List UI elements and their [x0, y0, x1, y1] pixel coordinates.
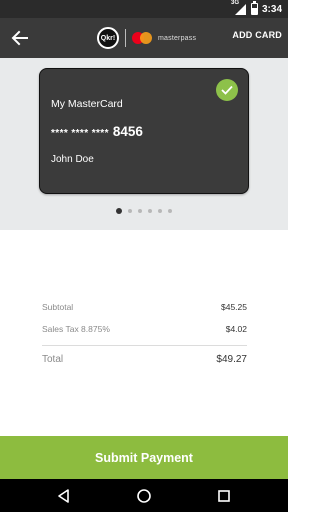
checkmark-icon — [216, 79, 238, 101]
qkr-logo-text: Qkr! — [100, 34, 116, 42]
clock: 3:34 — [261, 3, 282, 15]
page-indicator-dot[interactable] — [148, 209, 152, 213]
payment-card[interactable]: My MasterCard **** **** **** 8456 John D… — [39, 68, 249, 194]
subtotal-label: Subtotal — [42, 302, 74, 312]
nav-back-icon — [58, 489, 69, 503]
nav-back-button[interactable] — [54, 486, 74, 506]
card-name: My MasterCard — [51, 98, 123, 110]
signal-icon: 3G — [231, 0, 247, 15]
tax-value: $4.02 — [225, 324, 247, 334]
screen: 3G 3:34 Qkr! masterpass ADD CARD My Mast… — [0, 0, 288, 512]
app-bar: Qkr! masterpass ADD CARD — [0, 18, 288, 58]
order-summary: Subtotal $45.25 Sales Tax 8.875% $4.02 T… — [42, 302, 247, 365]
status-bar: 3G 3:34 — [0, 0, 288, 18]
page-indicator-dot[interactable] — [116, 208, 122, 214]
page-indicator-dot[interactable] — [138, 209, 142, 213]
subtotal-value: $45.25 — [221, 302, 247, 312]
total-value: $49.27 — [216, 354, 247, 365]
nav-recents-button[interactable] — [214, 486, 234, 506]
total-row: Total $49.27 — [42, 354, 247, 365]
tax-label: Sales Tax 8.875% — [42, 324, 110, 334]
masterpass-text: masterpass — [158, 34, 197, 42]
page-indicator — [0, 208, 288, 214]
card-number: **** **** **** 8456 — [51, 124, 143, 139]
system-nav-bar — [0, 479, 288, 512]
subtotal-row: Subtotal $45.25 — [42, 302, 247, 312]
page-indicator-dot[interactable] — [158, 209, 162, 213]
nav-home-icon — [137, 489, 151, 503]
nav-home-button[interactable] — [134, 486, 154, 506]
brand-divider — [125, 29, 126, 47]
add-card-button[interactable]: ADD CARD — [232, 30, 282, 40]
total-label: Total — [42, 354, 64, 365]
page-indicator-dot[interactable] — [128, 209, 132, 213]
nav-recents-icon — [218, 490, 230, 502]
qkr-logo: Qkr! — [97, 27, 119, 49]
summary-divider — [42, 345, 247, 346]
mastercard-logo-icon — [132, 32, 152, 44]
arrow-left-icon — [11, 30, 28, 46]
submit-payment-button[interactable]: Submit Payment — [0, 436, 288, 479]
card-carousel: My MasterCard **** **** **** 8456 John D… — [0, 58, 288, 230]
card-holder-name: John Doe — [51, 154, 94, 165]
status-icons: 3G 3:34 — [231, 0, 282, 16]
brand-logos: Qkr! masterpass — [97, 27, 196, 49]
back-button[interactable] — [8, 27, 32, 49]
card-last-four: 8456 — [112, 124, 143, 139]
card-number-mask: **** **** **** — [51, 128, 109, 139]
battery-icon — [250, 1, 258, 15]
page-indicator-dot[interactable] — [168, 209, 172, 213]
tax-row: Sales Tax 8.875% $4.02 — [42, 324, 247, 334]
